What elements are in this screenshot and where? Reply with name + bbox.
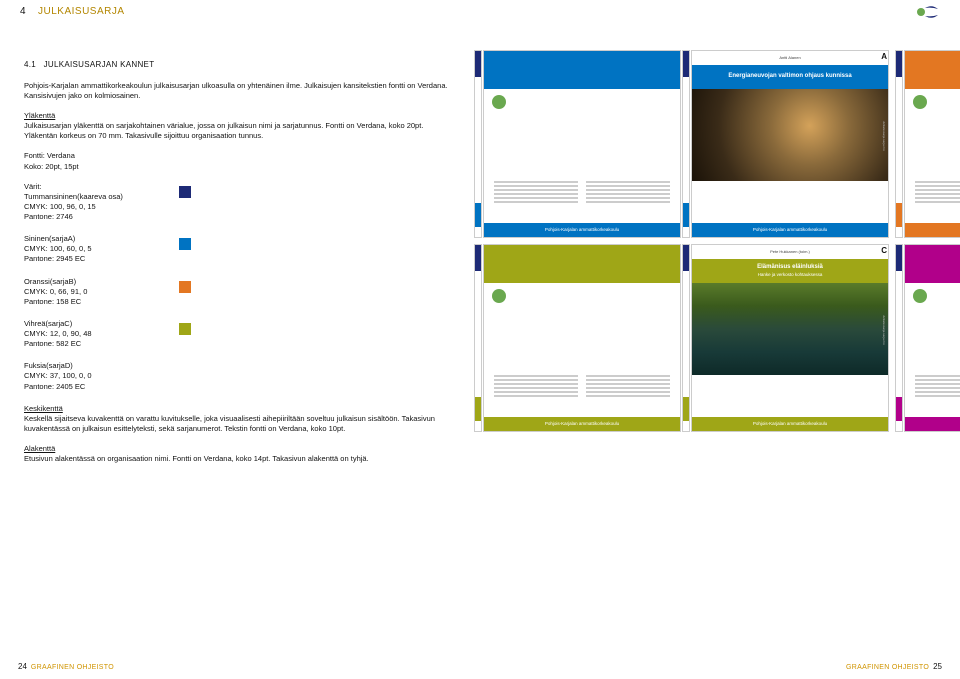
right-column: Pohjois-Karjalan ammattikorkeakoulu Antt…: [454, 60, 936, 474]
page-footer: 24GRAAFINEN OHJEISTO GRAAFINEN OHJEISTO2…: [0, 649, 960, 679]
page-number-top: 4: [20, 6, 26, 17]
spine-a-front: [682, 50, 690, 238]
cover-b-back: Pohjois-Karjalan ammattikorkeakoulu: [904, 50, 960, 238]
cover-image: [692, 89, 888, 181]
cover-pair-b: Pohjois-Karjalan ammattikorkeakoulu Paul…: [895, 50, 960, 238]
swatch-green: [179, 323, 191, 335]
color-blue: Sininen(sarjaA) CMYK: 100, 60, 0, 5 Pant…: [24, 234, 454, 264]
cover-a-front: Antti Alanen Energianeuvojan valtimon oh…: [691, 50, 889, 238]
footer-org: Pohjois-Karjalan ammattikorkeakoulu: [905, 223, 960, 237]
back-text: [494, 181, 670, 217]
logo-icon: [916, 5, 938, 19]
page-header: 4 JULKAISUSARJA: [0, 0, 960, 26]
color-fuksia: Fuksia(sarjaD) CMYK: 37, 100, 0, 0 Panto…: [24, 361, 454, 391]
author: Antti Alanen: [692, 51, 888, 65]
section-heading: 4.1 JULKAISUSARJAN KANNET: [24, 60, 454, 71]
back-text: [494, 375, 670, 411]
page-title: JULKAISUSARJA: [38, 6, 125, 17]
spine-c-back: [474, 244, 482, 432]
cover-pair-c: Pohjois-Karjalan ammattikorkeakoulu Pete…: [474, 244, 889, 432]
back-text: [915, 375, 960, 411]
logo-icon: [913, 95, 927, 109]
cover-a-back: Pohjois-Karjalan ammattikorkeakoulu: [483, 50, 681, 238]
spine-a-back: [474, 50, 482, 238]
ala-block: AlakenttäEtusivun alakentässä on organis…: [24, 444, 454, 464]
swatch-darkblue: [179, 186, 191, 198]
color-green: Vihreä(sarjaC) CMYK: 12, 0, 90, 48 Panto…: [24, 319, 454, 349]
cover-pair-d: Pohjois-Karjalan ammattikorkeakoulu Nea …: [895, 244, 960, 432]
logo-icon: [492, 95, 506, 109]
cover-pair-a: Pohjois-Karjalan ammattikorkeakoulu Antt…: [474, 50, 889, 238]
tag-a: A: [881, 52, 887, 61]
footer-org: Pohjois-Karjalan ammattikorkeakoulu: [484, 417, 680, 431]
side-label: Julkaisusarja sarja nro: [878, 285, 886, 375]
font-info: Fontti: VerdanaKoko: 20pt, 15pt: [24, 151, 454, 171]
footer-org: Pohjois-Karjalan ammattikorkeakoulu: [484, 223, 680, 237]
logo-icon: [492, 289, 506, 303]
document-page: 4 JULKAISUSARJA 4.1 JULKAISUSARJAN KANNE…: [0, 0, 960, 679]
swatch-orange: [179, 281, 191, 293]
color-orange: Oranssi(sarjaB) CMYK: 0, 66, 91, 0 Panto…: [24, 277, 454, 307]
cover-d-back: Pohjois-Karjalan ammattikorkeakoulu: [904, 244, 960, 432]
footer-org: Pohjois-Karjalan ammattikorkeakoulu: [692, 417, 888, 431]
swatch-blue: [179, 238, 191, 250]
spine-c-front: [682, 244, 690, 432]
author: Pete Hukkanen (toim.): [692, 245, 888, 259]
footer-right: GRAAFINEN OHJEISTO25: [846, 662, 942, 671]
spine-d-back: [895, 244, 903, 432]
footer-left: 24GRAAFINEN OHJEISTO: [18, 662, 114, 671]
back-text: [915, 181, 960, 217]
cover-image: [692, 283, 888, 375]
cover-c-front: Pete Hukkanen (toim.) Elämänisus eläinlu…: [691, 244, 889, 432]
intro-text: Pohjois-Karjalan ammattikorkeakoulun jul…: [24, 81, 454, 101]
footer-org: Pohjois-Karjalan ammattikorkeakoulu: [692, 223, 888, 237]
yla-block: YläkenttäJulkaisusarjan yläkenttä on sar…: [24, 111, 454, 141]
color-dark: Värit: Tummansininen(kaareva osa) CMYK: …: [24, 182, 454, 223]
tag-c: C: [881, 246, 887, 255]
spine-b-back: [895, 50, 903, 238]
left-column: 4.1 JULKAISUSARJAN KANNET Pohjois-Karjal…: [24, 60, 454, 474]
logo-icon: [913, 289, 927, 303]
covers-grid: Pohjois-Karjalan ammattikorkeakoulu Antt…: [474, 50, 960, 432]
footer-org: Pohjois-Karjalan ammattikorkeakoulu: [905, 417, 960, 431]
cover-c-back: Pohjois-Karjalan ammattikorkeakoulu: [483, 244, 681, 432]
content-area: 4.1 JULKAISUSARJAN KANNET Pohjois-Karjal…: [24, 60, 936, 474]
keski-block: KeskikenttäKeskellä sijaitseva kuvakentt…: [24, 404, 454, 434]
side-label: Julkaisusarja sarja nro: [878, 91, 886, 181]
